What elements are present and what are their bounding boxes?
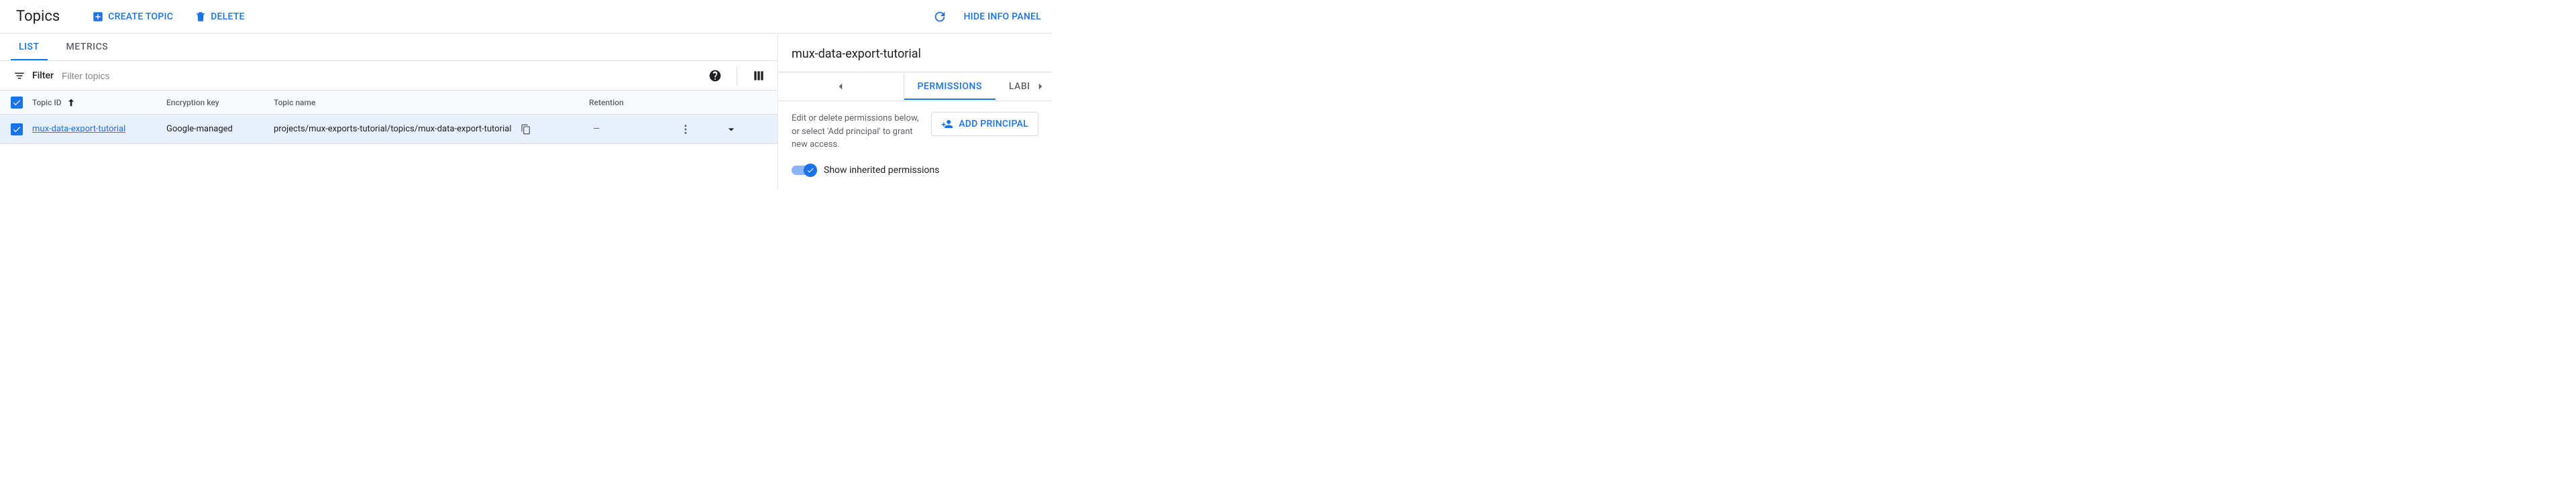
topic-id-link[interactable]: mux-data-export-tutorial (32, 124, 125, 134)
refresh-button[interactable] (929, 6, 951, 27)
retention-value: — (589, 124, 676, 134)
create-topic-button[interactable]: CREATE TOPIC (92, 11, 173, 23)
delete-button[interactable]: DELETE (195, 11, 245, 23)
col-topic-id[interactable]: Topic ID (32, 97, 166, 108)
chevron-right-icon (1034, 80, 1046, 93)
page-title: Topics (16, 8, 60, 25)
hide-info-panel-button[interactable]: HIDE INFO PANEL (964, 11, 1042, 22)
panel-tab-permissions[interactable]: PERMISSIONS (904, 73, 996, 100)
copy-button[interactable] (517, 120, 535, 139)
panel-tabs-scroll-right[interactable] (1029, 72, 1052, 101)
help-icon (708, 69, 722, 82)
info-panel: mux-data-export-tutorial PERMISSIONS LAB… (778, 34, 1052, 189)
inherited-permissions-label: Show inherited permissions (824, 165, 939, 176)
col-retention[interactable]: Retention (589, 98, 676, 107)
plus-box-icon (92, 11, 104, 23)
copy-icon (521, 124, 531, 135)
left-tabs: LIST METRICS (0, 34, 777, 61)
encryption-value: Google-managed (166, 124, 274, 134)
select-all-checkbox[interactable] (11, 97, 23, 109)
add-principal-button[interactable]: ADD PRINCIPAL (931, 112, 1038, 136)
tab-metrics[interactable]: METRICS (58, 34, 117, 60)
sort-asc-icon (66, 97, 76, 108)
help-button[interactable] (704, 65, 726, 86)
topic-name-value: projects/mux-exports-tutorial/topics/mux… (274, 124, 511, 134)
col-topic-id-label: Topic ID (32, 98, 62, 107)
chevron-down-icon (724, 123, 738, 136)
col-topic-name[interactable]: Topic name (274, 98, 589, 107)
columns-icon (752, 69, 765, 82)
trash-icon (195, 11, 207, 23)
delete-label: DELETE (211, 11, 245, 22)
filter-input[interactable] (62, 70, 704, 81)
panel-title: mux-data-export-tutorial (778, 44, 1052, 72)
check-icon (806, 166, 814, 174)
row-checkbox[interactable] (11, 123, 23, 135)
chevron-left-icon (835, 80, 847, 93)
inherited-permissions-toggle[interactable] (792, 166, 816, 175)
row-actions-menu[interactable] (676, 120, 695, 139)
filter-label: Filter (32, 70, 54, 81)
row-expand-button[interactable] (722, 120, 741, 139)
table-row[interactable]: mux-data-export-tutorial Google-managed … (0, 115, 777, 144)
panel-tab-labels[interactable]: LABELS (996, 73, 1029, 100)
kebab-icon (680, 123, 692, 135)
permissions-help-text: Edit or delete permissions below, or sel… (792, 112, 920, 151)
col-encryption[interactable]: Encryption key (166, 98, 274, 107)
add-person-icon (941, 118, 953, 130)
columns-button[interactable] (748, 65, 769, 86)
panel-tabs-scroll-left[interactable] (778, 72, 904, 101)
add-principal-label: ADD PRINCIPAL (959, 119, 1028, 129)
header-select-all[interactable] (0, 97, 32, 109)
refresh-icon (932, 9, 947, 24)
tab-list[interactable]: LIST (11, 34, 48, 60)
create-topic-label: CREATE TOPIC (108, 11, 173, 22)
filter-icon (13, 70, 25, 82)
